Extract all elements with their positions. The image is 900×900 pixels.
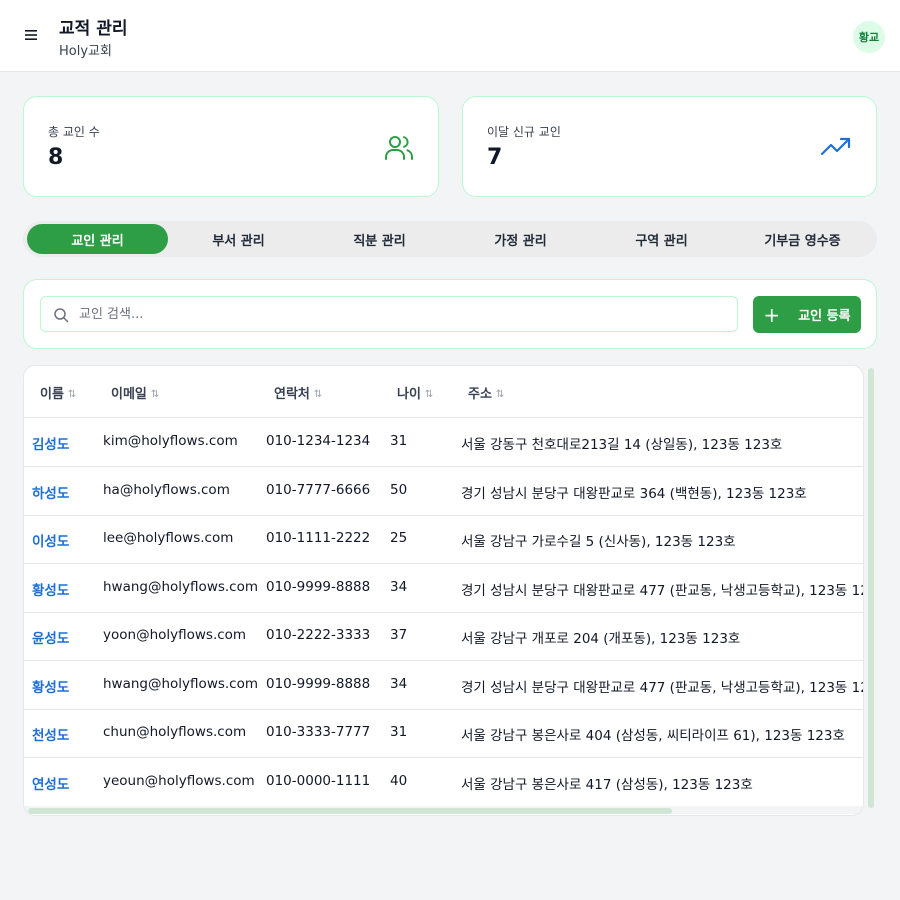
member-phone: 010-3333-7777 xyxy=(266,724,371,740)
member-phone: 010-9999-8888 xyxy=(266,579,371,595)
column-header-email[interactable]: 이메일 ⇅ xyxy=(111,383,159,402)
users-icon xyxy=(385,136,413,160)
member-age: 34 xyxy=(390,676,408,692)
member-name[interactable]: 황성도 xyxy=(32,579,69,599)
member-email: kim@holyflows.com xyxy=(103,433,238,449)
add-member-label: 교인 등록 xyxy=(798,309,851,324)
member-name[interactable]: 황성도 xyxy=(32,676,69,696)
member-address: 서울 강남구 가로수길 5 (신사동), 123동 123호 xyxy=(461,534,736,550)
column-header-address[interactable]: 주소 ⇅ xyxy=(468,383,504,402)
search-input[interactable] xyxy=(79,297,729,331)
sort-icon: ⇅ xyxy=(150,389,160,400)
church-name: Holy교회 xyxy=(59,44,112,59)
member-age: 34 xyxy=(390,579,408,595)
column-header-name[interactable]: 이름 ⇅ xyxy=(40,383,76,402)
member-address: 경기 성남시 분당구 대왕판교로 477 (판교동, 낙생고등학교), 123동… xyxy=(461,680,864,696)
avatar[interactable]: 황교 xyxy=(853,21,885,53)
stat-label: 이달 신규 교인 xyxy=(487,125,561,139)
tab-families[interactable]: 가정 관리 xyxy=(450,224,591,254)
tab-departments[interactable]: 부서 관리 xyxy=(168,224,309,254)
table-row[interactable]: 하성도 ha@holyflows.com 010-7777-6666 50 경기… xyxy=(24,467,863,516)
sort-icon: ⇅ xyxy=(424,389,434,400)
table-row[interactable]: 이성도 lee@holyflows.com 010-1111-2222 25 서… xyxy=(24,515,863,564)
horizontal-scrollbar[interactable] xyxy=(28,808,672,814)
member-age: 40 xyxy=(390,773,408,789)
member-address: 경기 성남시 분당구 대왕판교로 364 (백현동), 123동 123호 xyxy=(461,486,807,502)
sort-icon: ⇅ xyxy=(495,389,505,400)
member-name[interactable]: 이성도 xyxy=(32,530,69,550)
table-row[interactable]: 연성도 yeoun@holyflows.com 010-0000-1111 40… xyxy=(24,758,863,807)
table-header: 이름 ⇅ 이메일 ⇅ 연락처 ⇅ 나이 ⇅ 주소 ⇅ xyxy=(24,366,863,418)
member-address: 서울 강남구 개포로 204 (개포동), 123동 123호 xyxy=(461,631,741,647)
member-phone: 010-9999-8888 xyxy=(266,676,371,692)
member-name[interactable]: 천성도 xyxy=(32,724,69,744)
stat-card-total-members: 총 교인 수 8 xyxy=(23,96,439,197)
member-email: hwang@holyflows.com xyxy=(103,676,259,692)
member-age: 50 xyxy=(390,482,408,498)
tab-members[interactable]: 교인 관리 xyxy=(27,224,168,254)
stat-label: 총 교인 수 xyxy=(48,125,100,139)
trending-up-icon xyxy=(820,137,851,156)
sort-icon: ⇅ xyxy=(67,389,77,400)
member-age: 31 xyxy=(390,433,408,449)
member-phone: 010-7777-6666 xyxy=(266,482,371,498)
column-header-phone[interactable]: 연락처 ⇅ xyxy=(274,383,322,402)
section-tabs: 교인 관리 부서 관리 직분 관리 가정 관리 구역 관리 기부금 영수증 xyxy=(23,221,877,257)
vertical-scrollbar[interactable] xyxy=(868,368,874,808)
member-address: 서울 강동구 천호대로213길 14 (상일동), 123동 123호 xyxy=(461,437,783,453)
table-row[interactable]: 황성도 hwang@holyflows.com 010-9999-8888 34… xyxy=(24,661,863,710)
search-icon xyxy=(54,308,69,323)
member-phone: 010-1111-2222 xyxy=(266,530,371,546)
sort-icon: ⇅ xyxy=(313,389,323,400)
member-phone: 010-0000-1111 xyxy=(266,773,371,789)
member-name[interactable]: 김성도 xyxy=(32,433,69,453)
add-member-button[interactable]: + 교인 등록 xyxy=(753,296,861,333)
table-row[interactable]: 윤성도 yoon@holyflows.com 010-2222-3333 37 … xyxy=(24,612,863,661)
member-email: hwang@holyflows.com xyxy=(103,579,259,595)
member-address: 서울 강남구 봉은사로 417 (삼성동), 123동 123호 xyxy=(461,777,753,793)
plus-icon: + xyxy=(763,302,781,327)
member-email: yeoun@holyflows.com xyxy=(103,773,255,789)
table-row[interactable]: 천성도 chun@holyflows.com 010-3333-7777 31 … xyxy=(24,709,863,758)
member-address: 서울 강남구 봉은사로 404 (삼성동, 씨티라이프 61), 123동 12… xyxy=(461,728,845,744)
stat-value: 8 xyxy=(48,145,64,170)
tab-positions[interactable]: 직분 관리 xyxy=(309,224,450,254)
member-age: 25 xyxy=(390,530,408,546)
app-header: 교적 관리 Holy교회 황교 xyxy=(0,0,900,72)
table-row[interactable]: 황성도 hwang@holyflows.com 010-9999-8888 34… xyxy=(24,564,863,613)
stat-value: 7 xyxy=(487,145,503,170)
member-name[interactable]: 연성도 xyxy=(32,773,69,793)
page-title: 교적 관리 xyxy=(59,19,128,39)
tab-donation-receipts[interactable]: 기부금 영수증 xyxy=(732,224,873,254)
member-phone: 010-2222-3333 xyxy=(266,627,371,643)
hamburger-icon[interactable] xyxy=(22,26,40,44)
member-name[interactable]: 하성도 xyxy=(32,482,69,502)
table-row[interactable]: 김성도 kim@holyflows.com 010-1234-1234 31 서… xyxy=(24,418,863,467)
member-email: yoon@holyflows.com xyxy=(103,627,247,643)
stat-card-new-members: 이달 신규 교인 7 xyxy=(462,96,877,197)
member-email: chun@holyflows.com xyxy=(103,724,247,740)
member-address: 경기 성남시 분당구 대왕판교로 477 (판교동, 낙생고등학교), 123동… xyxy=(461,583,864,599)
search-box xyxy=(40,296,738,332)
column-header-age[interactable]: 나이 ⇅ xyxy=(397,383,433,402)
member-phone: 010-1234-1234 xyxy=(266,433,371,449)
member-age: 31 xyxy=(390,724,408,740)
member-name[interactable]: 윤성도 xyxy=(32,627,69,647)
tab-districts[interactable]: 구역 관리 xyxy=(591,224,732,254)
member-age: 37 xyxy=(390,627,408,643)
members-table: 이름 ⇅ 이메일 ⇅ 연락처 ⇅ 나이 ⇅ 주소 ⇅ 김성도 kim@holyflows.… xyxy=(23,365,864,816)
search-toolbar: + 교인 등록 xyxy=(23,279,877,349)
member-email: lee@holyflows.com xyxy=(103,530,234,546)
member-email: ha@holyflows.com xyxy=(103,482,230,498)
